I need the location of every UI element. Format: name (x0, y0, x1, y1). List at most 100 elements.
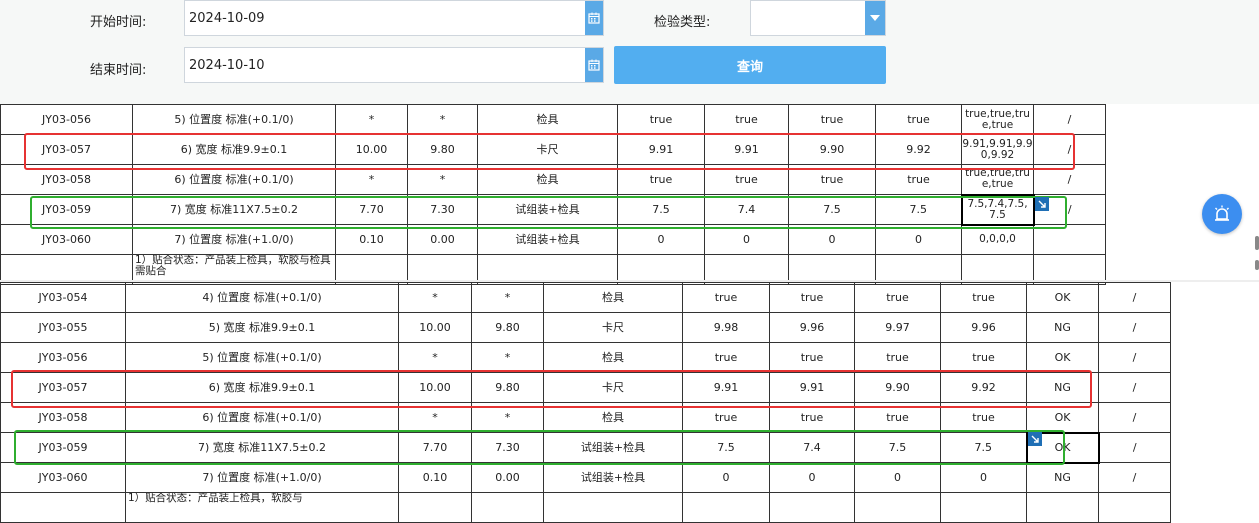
table-cell[interactable]: 0 (940, 462, 1027, 493)
table-cell[interactable]: 9.92 (940, 372, 1027, 403)
table-cell[interactable]: JY03-058 (0, 402, 126, 433)
table-cell[interactable]: 5) 宽度 标准9.9±0.1 (125, 312, 399, 343)
table-cell[interactable]: JY03-054 (0, 282, 126, 313)
table-cell[interactable]: true (854, 402, 941, 433)
table-cell[interactable]: 1）贴合状态：产品装上检具，软胶与 (125, 492, 399, 523)
table-cell[interactable]: * (398, 282, 472, 313)
table-cell[interactable]: true (788, 164, 876, 195)
table-cell[interactable] (543, 492, 683, 523)
table-cell[interactable] (0, 492, 126, 523)
table-cell[interactable]: JY03-055 (0, 312, 126, 343)
table-cell[interactable]: 0 (704, 224, 789, 255)
table-cell[interactable]: 6) 位置度 标准(+0.1/0) (132, 164, 336, 195)
table-cell[interactable]: 试组装+检具 (543, 462, 683, 493)
table-cell[interactable]: 9.80 (471, 372, 544, 403)
table-cell[interactable]: OK (1026, 342, 1099, 373)
table-cell[interactable]: / (1098, 342, 1171, 373)
table-cell[interactable]: OK (1026, 282, 1099, 313)
table-cell[interactable]: 9.97 (854, 312, 941, 343)
table-cell[interactable]: 7.5 (617, 194, 705, 225)
table-cell[interactable]: true (617, 104, 705, 135)
table-cell[interactable]: 6) 位置度 标准(+0.1/0) (125, 402, 399, 433)
table-cell[interactable]: 7) 位置度 标准(+1.0/0) (125, 462, 399, 493)
table-cell[interactable]: NG (1026, 312, 1099, 343)
table-cell[interactable]: NG (1026, 372, 1099, 403)
table-cell[interactable]: NG (1026, 462, 1099, 493)
table-cell[interactable]: / (1098, 372, 1171, 403)
table-cell[interactable]: 试组装+检具 (477, 194, 618, 225)
calendar-icon[interactable] (585, 48, 603, 82)
table-cell[interactable]: 9.90 (854, 372, 941, 403)
table-cell[interactable] (471, 492, 544, 523)
table-cell[interactable]: 7.4 (704, 194, 789, 225)
query-button[interactable]: 查询 (614, 46, 886, 84)
table-cell[interactable]: 试组装+检具 (543, 432, 683, 463)
table-cell[interactable]: true (940, 402, 1027, 433)
table-cell[interactable]: 9.91 (617, 134, 705, 165)
table-cell[interactable]: OK (1026, 402, 1099, 433)
table-cell[interactable]: 0 (682, 462, 770, 493)
table-cell[interactable]: * (335, 164, 408, 195)
table-cell[interactable]: * (471, 342, 544, 373)
end-time-input[interactable] (185, 48, 574, 82)
table-cell[interactable]: JY03-056 (0, 342, 126, 373)
table-cell[interactable]: 0.00 (407, 224, 478, 255)
table-cell[interactable]: * (335, 104, 408, 135)
start-time-input[interactable] (185, 1, 574, 35)
table-cell[interactable]: JY03-059 (0, 194, 133, 225)
table-cell[interactable] (854, 492, 941, 523)
table-cell[interactable]: 检具 (477, 164, 618, 195)
table-cell[interactable] (769, 492, 855, 523)
table-cell[interactable]: 0.00 (471, 462, 544, 493)
table-cell[interactable]: JY03-057 (0, 134, 133, 165)
scrollbar-thumb[interactable] (1255, 260, 1259, 270)
table-cell[interactable]: JY03-057 (0, 372, 126, 403)
table-cell[interactable]: true (769, 342, 855, 373)
table-cell[interactable]: true (682, 342, 770, 373)
table-cell[interactable]: 7.70 (335, 194, 408, 225)
table-cell[interactable]: 0 (854, 462, 941, 493)
table-cell[interactable] (1098, 492, 1171, 523)
inspection-type-select[interactable] (750, 0, 886, 36)
table-cell[interactable]: 检具 (543, 342, 683, 373)
table-cell[interactable]: true,true,true,true (961, 104, 1034, 135)
table-cell[interactable]: true (704, 164, 789, 195)
table-cell[interactable]: / (1098, 312, 1171, 343)
table-cell[interactable]: true (704, 104, 789, 135)
table-cell[interactable]: JY03-056 (0, 104, 133, 135)
table-cell[interactable]: / (1033, 164, 1106, 195)
table-cell[interactable]: JY03-059 (0, 432, 126, 463)
table-cell[interactable]: true (940, 282, 1027, 313)
table-cell[interactable]: 7) 宽度 标准11X7.5±0.2 (132, 194, 336, 225)
table-cell[interactable]: 试组装+检具 (477, 224, 618, 255)
table-cell[interactable]: / (1033, 104, 1106, 135)
table-cell[interactable]: 9.90 (788, 134, 876, 165)
table-cell[interactable]: true (682, 402, 770, 433)
table-cell[interactable]: 7.5 (788, 194, 876, 225)
table-cell[interactable]: 6) 宽度 标准9.9±0.1 (132, 134, 336, 165)
table-cell[interactable]: true (875, 104, 962, 135)
table-cell[interactable]: 9.91 (682, 372, 770, 403)
table-cell[interactable]: 9.80 (471, 312, 544, 343)
table-cell[interactable]: 7.30 (407, 194, 478, 225)
table-cell[interactable]: 9.98 (682, 312, 770, 343)
table-cell[interactable] (682, 492, 770, 523)
table-cell[interactable]: true (788, 104, 876, 135)
table-cell[interactable]: * (407, 164, 478, 195)
table-cell[interactable]: 9.92 (875, 134, 962, 165)
table-cell[interactable]: true (769, 282, 855, 313)
table-cell[interactable]: / (1098, 282, 1171, 313)
table-cell[interactable] (1026, 492, 1099, 523)
table-cell[interactable]: / (1098, 462, 1171, 493)
table-cell[interactable]: JY03-060 (0, 462, 126, 493)
table-cell[interactable] (1033, 224, 1106, 255)
table-cell[interactable]: true (769, 402, 855, 433)
table-cell[interactable]: 9.91,9.91,9.90,9.92 (961, 134, 1034, 165)
table-cell[interactable]: 9.80 (407, 134, 478, 165)
expand-arrow-icon[interactable] (1035, 197, 1049, 211)
table-cell[interactable]: / (1098, 432, 1171, 463)
table-cell[interactable]: 6) 宽度 标准9.9±0.1 (125, 372, 399, 403)
table-cell[interactable]: * (471, 402, 544, 433)
table-cell[interactable]: 7.70 (398, 432, 472, 463)
table-cell[interactable]: 0 (788, 224, 876, 255)
